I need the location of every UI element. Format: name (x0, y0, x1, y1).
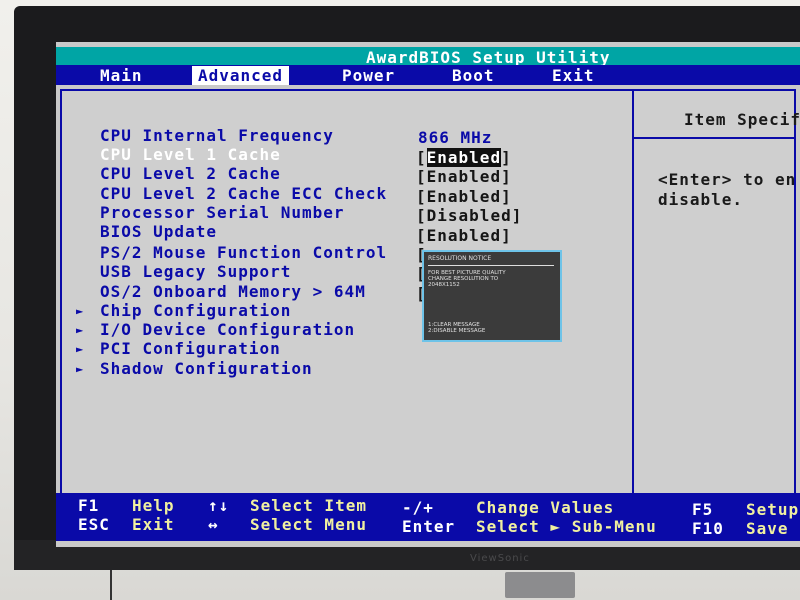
key-esc-desc: Exit (132, 515, 175, 534)
value-l2-ecc[interactable]: [Enabled] (416, 187, 512, 206)
monitor-brand: ViewSonic (470, 553, 530, 564)
row-ps2-mouse[interactable]: PS/2 Mouse Function Control (100, 243, 387, 262)
help-separator (634, 137, 796, 139)
row-cpu-level1-cache[interactable]: CPU Level 1 Cache (100, 145, 281, 164)
value-l2-cache-text: Enabled (426, 167, 502, 186)
key-f5: F5 (692, 500, 714, 519)
key-f10: F10 (692, 519, 724, 538)
notice-options[interactable]: 1:CLEAR MESSAGE 2:DISABLE MESSAGE (428, 322, 485, 334)
value-l1-cache-text: Enabled (426, 148, 502, 167)
menu-tab-main[interactable]: Main (100, 66, 143, 85)
key-updown-icon: ↑↓ (208, 496, 230, 515)
key-plus-minus: -/+ (402, 498, 434, 517)
key-f5-desc: Setup (746, 500, 800, 519)
key-f1: F1 (78, 496, 100, 515)
cable (110, 570, 112, 600)
submenu-arrow-icon: ► (76, 342, 84, 356)
key-leftright-desc: Select Menu (250, 515, 367, 534)
value-processor-serial[interactable]: [Disabled] (416, 206, 522, 225)
row-cpu-level2-cache[interactable]: CPU Level 2 Cache (100, 164, 281, 183)
value-cpu-frequency: 866 MHz (418, 128, 493, 147)
title-bar: AwardBIOS Setup Utility (56, 47, 800, 67)
menu-tab-exit[interactable]: Exit (552, 66, 595, 85)
submenu-arrow-icon: ► (76, 304, 84, 318)
key-updown-desc: Select Item (250, 496, 367, 515)
menu-tab-advanced[interactable]: Advanced (192, 66, 290, 85)
notice-title: RESOLUTION NOTICE (428, 255, 492, 262)
key-help-footer: F1 Help ESC Exit ↑↓ Select Item ↔ Select… (56, 493, 800, 541)
panel-divider (632, 89, 634, 509)
resolution-notice-popup[interactable]: RESOLUTION NOTICE FOR BEST PICTURE QUALI… (422, 250, 562, 342)
key-f1-desc: Help (132, 496, 175, 515)
submenu-arrow-icon: ► (76, 362, 84, 376)
notice-body: FOR BEST PICTURE QUALITY CHANGE RESOLUTI… (428, 270, 506, 288)
row-usb-legacy[interactable]: USB Legacy Support (100, 262, 291, 281)
submenu-pci-configuration[interactable]: PCI Configuration (100, 339, 281, 358)
row-os2-memory[interactable]: OS/2 Onboard Memory > 64M (100, 282, 366, 301)
help-title: Item Specif (684, 110, 800, 129)
monitor-stand (505, 572, 575, 598)
submenu-io-device-configuration[interactable]: I/O Device Configuration (100, 320, 355, 339)
key-enter: Enter (402, 517, 456, 536)
menu-tab-boot[interactable]: Boot (452, 66, 495, 85)
submenu-shadow-configuration[interactable]: Shadow Configuration (100, 359, 313, 378)
help-text: <Enter> to en disable. (658, 170, 797, 209)
key-leftright-icon: ↔ (208, 515, 219, 534)
key-plus-minus-desc: Change Values (476, 498, 615, 517)
value-bios-update-text: Enabled (426, 226, 502, 245)
row-cpu-level2-ecc[interactable]: CPU Level 2 Cache ECC Check (100, 184, 387, 203)
value-processor-serial-text: Disabled (426, 206, 512, 225)
menu-bar: Main Advanced Power Boot Exit (56, 65, 800, 85)
value-bios-update[interactable]: [Enabled] (416, 226, 512, 245)
value-l2-cache[interactable]: [Enabled] (416, 167, 512, 186)
key-enter-desc: Select ► Sub-Menu (476, 517, 657, 536)
value-l2-ecc-text: Enabled (426, 187, 502, 206)
menu-tab-power[interactable]: Power (342, 66, 395, 85)
bios-screen: AwardBIOS Setup Utility Main Advanced Po… (56, 42, 800, 547)
row-cpu-internal-frequency[interactable]: CPU Internal Frequency (100, 126, 334, 145)
submenu-chip-configuration[interactable]: Chip Configuration (100, 301, 291, 320)
submenu-arrow-icon: ► (76, 323, 84, 337)
value-l1-cache[interactable]: [Enabled] (416, 148, 512, 167)
notice-divider (428, 265, 554, 266)
key-f10-desc: Save (746, 519, 789, 538)
row-bios-update[interactable]: BIOS Update (100, 222, 217, 241)
row-processor-serial[interactable]: Processor Serial Number (100, 203, 345, 222)
key-esc: ESC (78, 515, 110, 534)
